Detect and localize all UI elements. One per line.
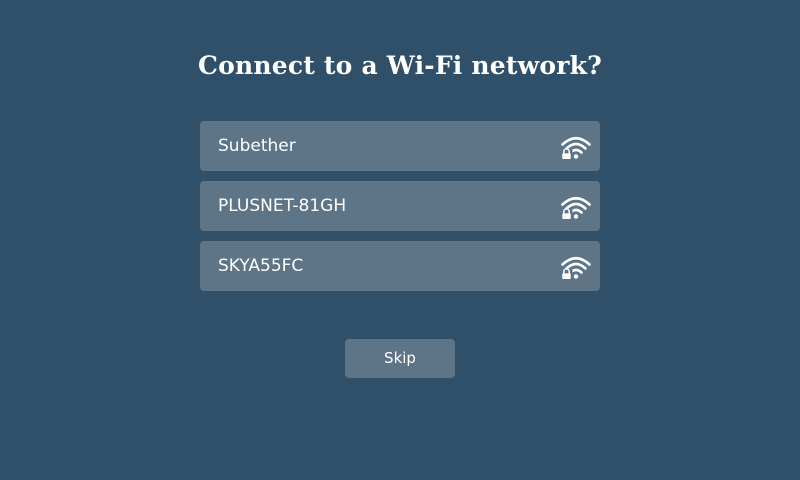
network-item-0[interactable]: Subether [200, 121, 600, 171]
wifi-lock-icon [560, 254, 592, 280]
wifi-lock-icon [560, 134, 592, 160]
skip-button[interactable]: Skip [345, 339, 455, 378]
network-name: Subether [218, 136, 296, 156]
network-name: PLUSNET-81GH [218, 196, 347, 216]
wifi-lock-icon [560, 194, 592, 220]
page-title: Connect to a Wi-Fi network? [198, 50, 602, 80]
network-item-2[interactable]: SKYA55FC [200, 241, 600, 291]
network-name: SKYA55FC [218, 256, 304, 276]
network-list: Subether PLUSNET-81GH SKYA55FC [200, 121, 600, 301]
network-item-1[interactable]: PLUSNET-81GH [200, 181, 600, 231]
